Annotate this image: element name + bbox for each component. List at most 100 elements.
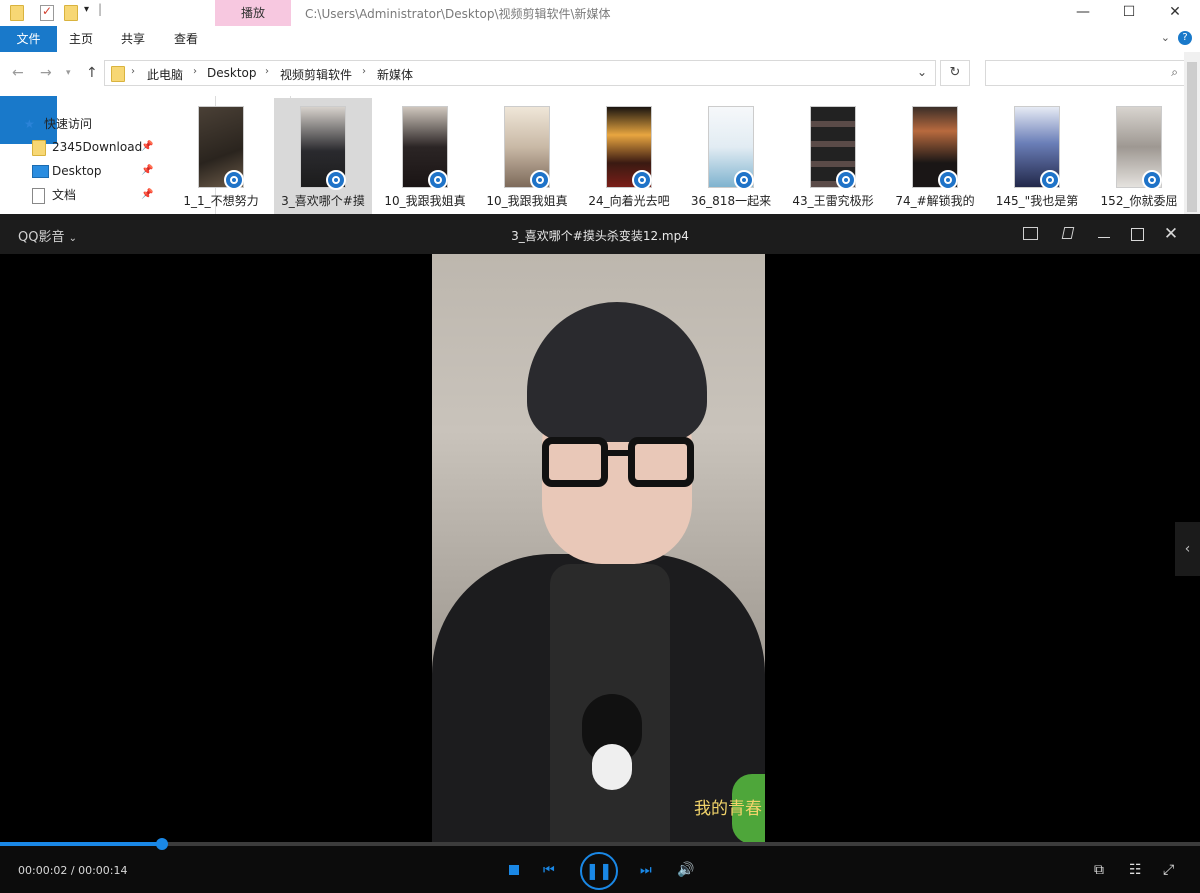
nav-label: 2345Download bbox=[52, 140, 143, 154]
file-name: 1_1_不想努力 bbox=[183, 194, 259, 208]
navigation-pane: ★ 快速访问 2345Download 📌 Desktop 📌 文档 📌 bbox=[0, 96, 160, 216]
file-name: 10_我跟我姐真 bbox=[486, 194, 568, 208]
breadcrumb-video-editing[interactable]: 视频剪辑软件 bbox=[280, 66, 352, 83]
video-subtitle: 我的青春 bbox=[694, 799, 762, 819]
tab-share[interactable]: 共享 bbox=[110, 26, 156, 52]
desktop-icon bbox=[32, 165, 49, 178]
file-item[interactable]: 74_#解锁我的 bbox=[886, 98, 984, 216]
file-item[interactable]: 43_王雷究极形 bbox=[784, 98, 882, 216]
help-icon[interactable]: ? bbox=[1178, 31, 1192, 45]
pin-icon[interactable]: 📌 bbox=[141, 136, 153, 158]
previous-icon[interactable]: ⏮ bbox=[543, 863, 555, 878]
file-list: 1_1_不想努力 3_喜欢哪个#摸 10_我跟我姐真 10_我跟我姐真 24_向… bbox=[170, 98, 1180, 216]
breadcrumb-this-pc[interactable]: 此电脑 bbox=[147, 66, 183, 83]
file-name: 145_"我也是第 bbox=[995, 194, 1079, 208]
picture-in-picture-icon[interactable] bbox=[1023, 227, 1038, 240]
ribbon: 文件 主页 共享 查看 视频工具 ⌄ ? bbox=[0, 26, 1200, 656]
video-content bbox=[606, 450, 630, 456]
file-item[interactable]: 10_我跟我姐真 bbox=[376, 98, 474, 216]
qq-player-icon bbox=[530, 170, 550, 190]
next-icon[interactable]: ⏭ bbox=[640, 863, 652, 878]
recent-dropdown-icon[interactable]: ▾ bbox=[66, 68, 71, 78]
close-icon[interactable]: ✕ bbox=[1162, 225, 1180, 243]
expand-ribbon-icon[interactable]: ⌄ bbox=[1161, 31, 1170, 44]
minimize-button[interactable]: — bbox=[1060, 0, 1106, 26]
file-item[interactable]: 145_"我也是第 bbox=[988, 98, 1086, 216]
progress-handle[interactable] bbox=[156, 838, 168, 850]
qq-player-icon bbox=[836, 170, 856, 190]
back-icon[interactable]: ← bbox=[12, 65, 24, 81]
screenshot-icon[interactable]: ⧉ bbox=[1094, 862, 1104, 878]
player-title-bar: QQ影音 ⌄ 3_喜欢哪个#摸头杀变装12.mp4 ✕ bbox=[0, 214, 1200, 254]
divider: | bbox=[98, 2, 103, 16]
search-box[interactable]: ⌕ bbox=[985, 60, 1185, 86]
file-name: 152_你就委屈 bbox=[1100, 194, 1178, 208]
video-content bbox=[592, 744, 632, 790]
video-frame[interactable]: 我的青春 bbox=[432, 254, 765, 844]
context-tab-play[interactable]: 播放 bbox=[215, 0, 291, 26]
playlist-toggle-icon[interactable]: ‹ bbox=[1175, 522, 1200, 576]
address-bar[interactable]: › 此电脑 › Desktop › 视频剪辑软件 › 新媒体 ⌄ bbox=[104, 60, 936, 86]
qq-player-icon bbox=[632, 170, 652, 190]
explorer-scrollbar[interactable] bbox=[1184, 52, 1200, 216]
video-content bbox=[527, 302, 707, 442]
breadcrumb-desktop[interactable]: Desktop bbox=[207, 66, 257, 80]
stop-icon[interactable] bbox=[509, 865, 519, 875]
nav-label: 快速访问 bbox=[44, 117, 93, 131]
qq-player-icon bbox=[428, 170, 448, 190]
qq-player-icon bbox=[734, 170, 754, 190]
star-icon: ★ bbox=[24, 117, 35, 131]
breadcrumb-separator[interactable]: › bbox=[362, 66, 366, 77]
maximize-button[interactable]: ☐ bbox=[1106, 0, 1152, 26]
customize-dropdown-icon[interactable]: ▾ bbox=[84, 4, 89, 15]
explorer-title-bar: ▾ | 播放 C:\Users\Administrator\Desktop\视频… bbox=[0, 0, 1200, 26]
forward-icon[interactable]: → bbox=[40, 65, 52, 81]
qq-player-icon bbox=[938, 170, 958, 190]
file-item[interactable]: 24_向着光去吧 bbox=[580, 98, 678, 216]
document-icon bbox=[32, 188, 45, 204]
video-content bbox=[542, 437, 608, 487]
nav-label: Desktop bbox=[52, 164, 102, 178]
pin-on-top-icon[interactable] bbox=[1059, 225, 1077, 243]
scrollbar-thumb[interactable] bbox=[1187, 62, 1197, 212]
pin-icon[interactable]: 📌 bbox=[141, 160, 153, 182]
qq-player-icon bbox=[1142, 170, 1162, 190]
close-button[interactable]: ✕ bbox=[1152, 0, 1198, 26]
file-name: 3_喜欢哪个#摸 bbox=[281, 194, 365, 208]
tab-view[interactable]: 查看 bbox=[163, 26, 209, 52]
minimize-icon[interactable] bbox=[1095, 225, 1113, 243]
new-folder-icon[interactable] bbox=[64, 5, 78, 21]
qq-player-icon bbox=[326, 170, 346, 190]
tab-home[interactable]: 主页 bbox=[58, 26, 104, 52]
fullscreen-icon[interactable]: ⤢ bbox=[1163, 862, 1174, 878]
breadcrumb-separator[interactable]: › bbox=[131, 66, 135, 77]
video-content bbox=[628, 437, 694, 487]
file-name: 10_我跟我姐真 bbox=[384, 194, 466, 208]
breadcrumb-new-media[interactable]: 新媒体 bbox=[377, 66, 413, 83]
folder-icon bbox=[111, 66, 125, 82]
file-item[interactable]: 152_你就委屈 bbox=[1090, 98, 1180, 216]
file-item[interactable]: 10_我跟我姐真 bbox=[478, 98, 576, 216]
qq-player-window: QQ影音 ⌄ 3_喜欢哪个#摸头杀变装12.mp4 ✕ 我的青春 ‹ 00:00… bbox=[0, 214, 1200, 893]
properties-icon[interactable] bbox=[40, 4, 54, 21]
progress-fill bbox=[0, 842, 162, 846]
pin-icon[interactable]: 📌 bbox=[141, 184, 153, 206]
nav-label: 文档 bbox=[52, 188, 77, 202]
file-name: 43_王雷究极形 bbox=[792, 194, 874, 208]
pause-button[interactable]: ❚❚ bbox=[580, 852, 618, 890]
folder-icon[interactable] bbox=[10, 5, 24, 21]
volume-icon[interactable]: 🔊 bbox=[677, 862, 694, 878]
file-item[interactable]: 36_818一起来 bbox=[682, 98, 780, 216]
file-item-selected[interactable]: 3_喜欢哪个#摸 bbox=[274, 98, 372, 216]
address-dropdown-icon[interactable]: ⌄ bbox=[917, 65, 927, 79]
settings-icon[interactable]: ☷ bbox=[1129, 862, 1142, 878]
breadcrumb-separator[interactable]: › bbox=[265, 66, 269, 77]
progress-bar[interactable] bbox=[0, 838, 1200, 850]
player-controls: 00:00:02 / 00:00:14 ⏮ ❚❚ ⏭ 🔊 ⧉ ☷ ⤢ bbox=[0, 838, 1200, 893]
file-name: 74_#解锁我的 bbox=[895, 194, 975, 208]
up-icon[interactable]: ↑ bbox=[86, 65, 98, 81]
file-item[interactable]: 1_1_不想努力 bbox=[172, 98, 270, 216]
breadcrumb-separator[interactable]: › bbox=[193, 66, 197, 77]
maximize-icon[interactable] bbox=[1128, 225, 1146, 243]
refresh-button[interactable]: ↻ bbox=[940, 60, 970, 86]
